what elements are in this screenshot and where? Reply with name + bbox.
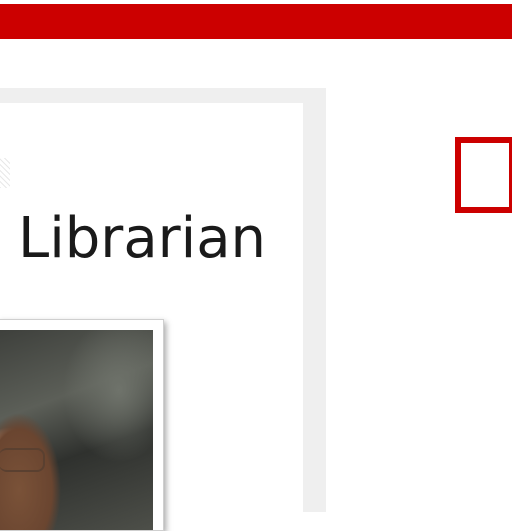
profile-card: Librarian — [0, 103, 303, 531]
profile-title: Librarian — [18, 206, 267, 271]
red-outline-box — [455, 137, 512, 213]
card-pattern — [0, 158, 10, 188]
profile-panel: Librarian — [0, 88, 326, 531]
profile-photo — [0, 330, 153, 530]
glasses-detail — [0, 448, 45, 472]
profile-photo-frame[interactable] — [0, 319, 164, 531]
top-red-bar — [0, 4, 512, 39]
